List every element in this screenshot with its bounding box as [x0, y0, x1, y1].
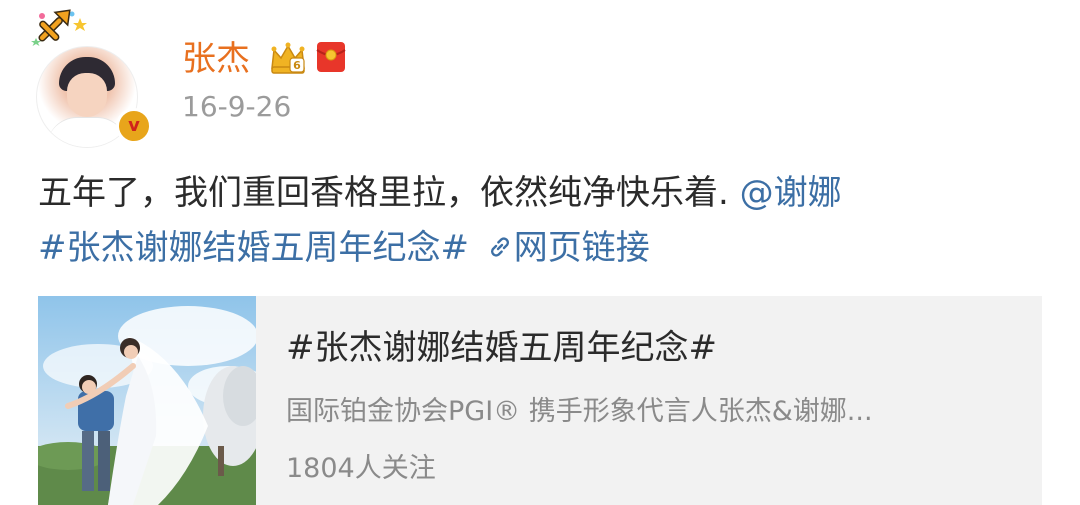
card-thumbnail[interactable]: [38, 296, 256, 505]
verified-badge: v: [116, 108, 152, 144]
avatar-block[interactable]: v: [28, 8, 158, 148]
hashtag-link[interactable]: #张杰谢娜结婚五周年纪念#: [38, 228, 469, 268]
post-body: 五年了，我们重回香格里拉，依然纯净快乐着.: [38, 173, 740, 213]
crown-icon[interactable]: 6: [268, 40, 308, 76]
avatar-face: [67, 73, 107, 117]
card-description: 国际铂金协会PGI® 携手形象代言人张杰&谢娜...: [286, 396, 873, 427]
weibo-post: v 张杰 6 16-9-26 五年了，我们重回香格里拉，依然纯净快乐着. @谢娜…: [0, 0, 1080, 505]
avatar-shirt: [47, 117, 127, 147]
post-text: 五年了，我们重回香格里拉，依然纯净快乐着. @谢娜 #张杰谢娜结婚五周年纪念# …: [38, 166, 1058, 276]
web-link-label[interactable]: 网页链接: [514, 228, 650, 268]
username[interactable]: 张杰: [182, 38, 250, 80]
card-follow-count: 1804人关注: [286, 453, 436, 484]
topic-card[interactable]: #张杰谢娜结婚五周年纪念# 国际铂金协会PGI® 携手形象代言人张杰&谢娜...…: [38, 296, 1042, 505]
link-icon: [490, 237, 509, 257]
card-title[interactable]: #张杰谢娜结婚五周年纪念#: [286, 326, 717, 370]
sagittarius-icon: [31, 9, 87, 46]
post-time: 16-9-26: [182, 90, 292, 123]
web-link[interactable]: 网页链接: [480, 228, 650, 268]
svg-text:6: 6: [293, 59, 301, 72]
red-packet-icon[interactable]: [315, 40, 347, 74]
mention-link[interactable]: @谢娜: [740, 173, 842, 213]
